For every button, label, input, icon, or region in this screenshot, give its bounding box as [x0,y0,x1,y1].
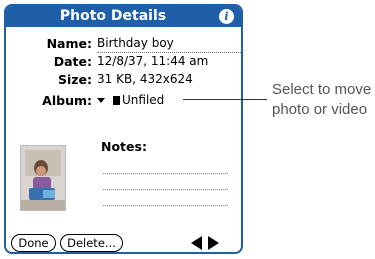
name-field[interactable]: Birthday boy [97,35,241,53]
left-right-arrows-icon[interactable] [191,236,219,250]
date-label: Date: [53,54,92,69]
callout-pointer-line [183,99,267,100]
name-row: Name: Birthday boy [6,35,241,53]
notes-line[interactable] [103,189,228,190]
date-row: Date: 12/8/37, 11:44 am [6,53,241,70]
album-selector[interactable]: Unfiled [122,92,164,109]
photo-image [21,146,65,210]
delete-button[interactable]: Delete... [60,234,123,252]
callout-text: Select to move photo or video [272,81,372,118]
photo-details-dialog: Photo Details i Name: Birthday boy Date:… [4,4,243,254]
notes-line[interactable] [103,173,228,174]
photo-thumbnail[interactable] [20,145,66,211]
done-button[interactable]: Done [11,234,56,252]
size-value: 31 KB, 432x624 [97,72,193,86]
category-icon [113,96,120,105]
size-row: Size: 31 KB, 432x624 [6,71,241,88]
title-bar: Photo Details i [6,6,241,27]
size-label: Size: [57,72,92,87]
name-label: Name: [46,36,92,51]
dialog-title: Photo Details [59,8,167,24]
album-label: Album: [42,93,92,108]
info-icon[interactable]: i [219,9,234,24]
notes-line[interactable] [103,205,228,206]
date-value: 12/8/37, 11:44 am [97,54,209,68]
album-row: Album: Unfiled [6,92,241,109]
notes-label: Notes: [101,139,147,154]
dropdown-arrow-icon[interactable] [97,98,105,103]
